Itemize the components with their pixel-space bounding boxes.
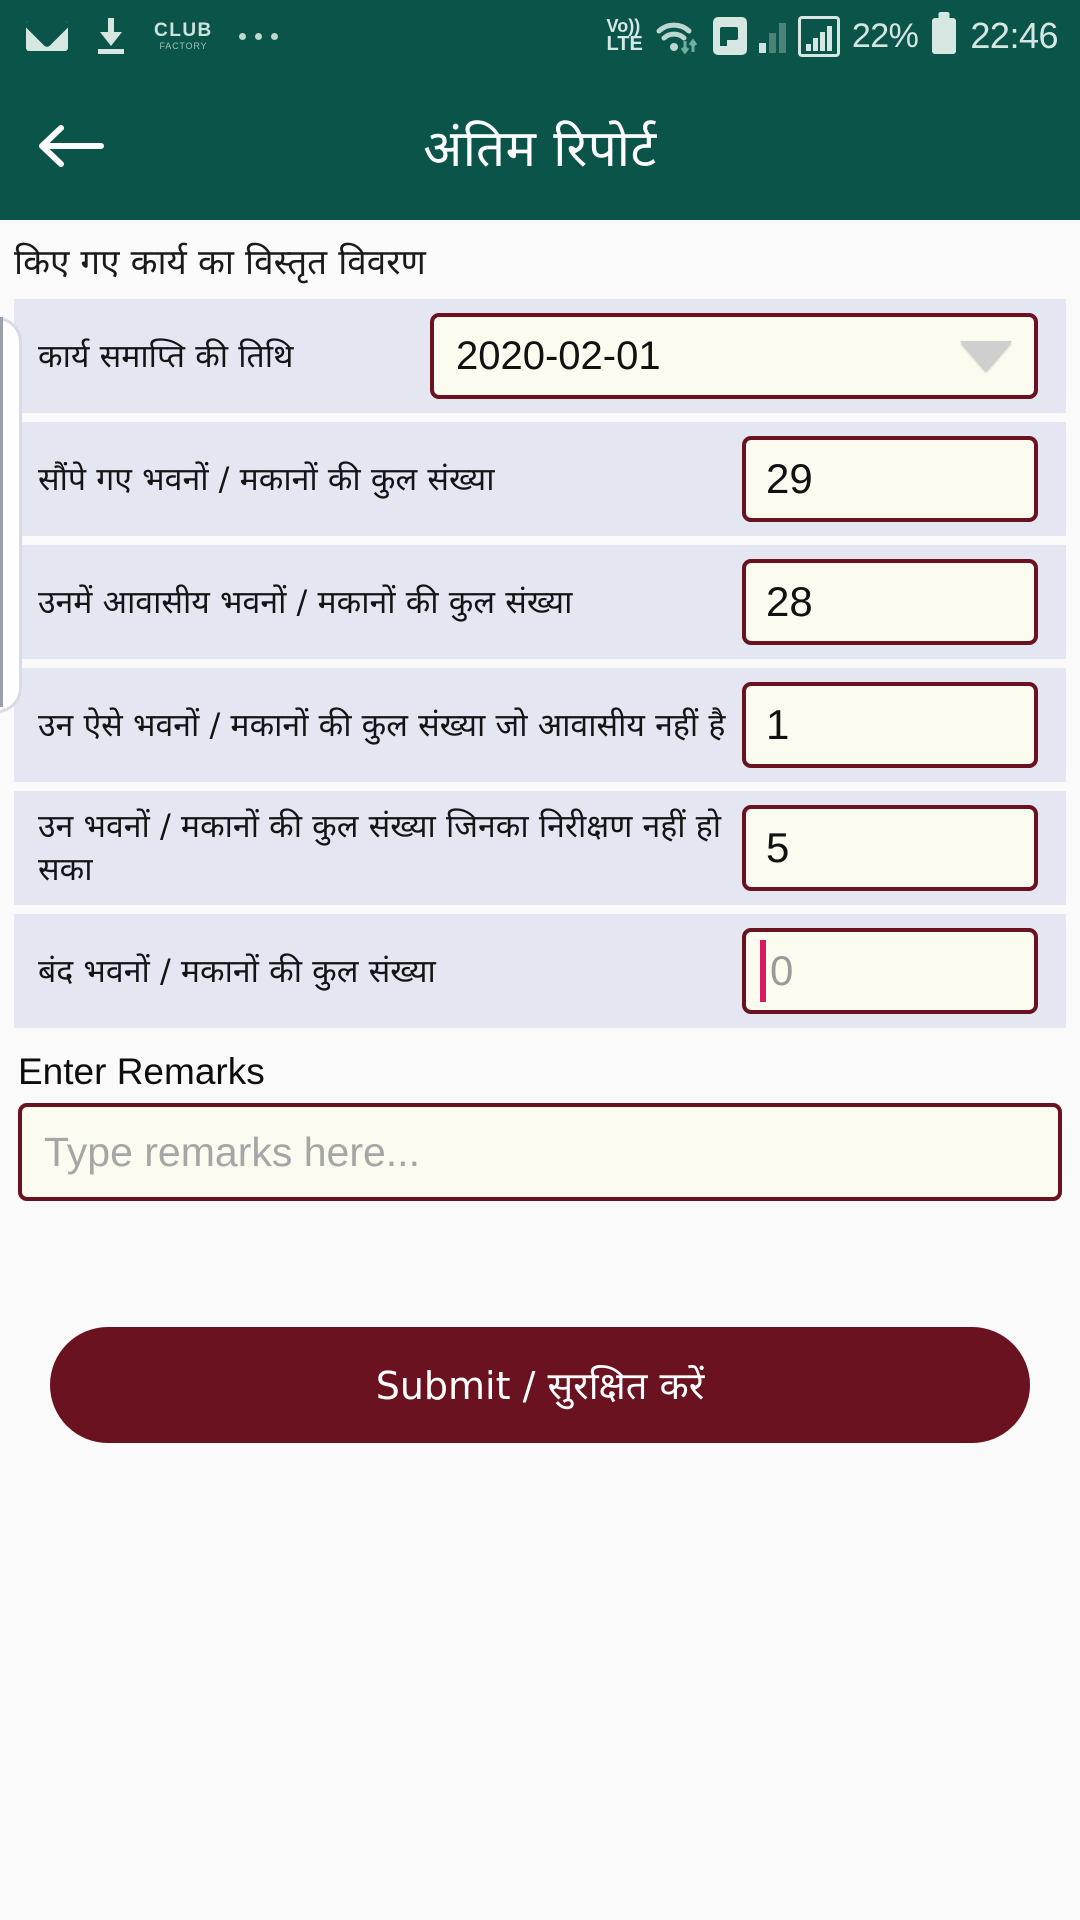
more-dots-icon [238,32,278,40]
submit-button-container: Submit / सुरक्षित करें [0,1201,1080,1443]
form-row: उन भवनों / मकानों की कुल संख्या जिनका नि… [14,791,1066,905]
remarks-label: Enter Remarks [18,1051,265,1092]
remarks-placeholder: Type remarks here... [44,1128,420,1175]
volte-bottom-label: LTE [606,33,643,56]
status-bar: CLUB FACTORY Vo)) LTE 22% 22:46 [0,0,1080,72]
work-completion-date-field[interactable]: 2020-02-01 [430,313,1038,399]
work-completion-date-value: 2020-02-01 [456,333,661,378]
chevron-down-icon[interactable] [960,341,1012,371]
total-closed-buildings-placeholder: 0 [770,947,794,994]
content-area: किए गए कार्य का विस्तृत विवरण कार्य समाप… [0,220,1080,1920]
page-title: अंतिम रिपोर्ट [423,120,657,179]
form-row-label: उनमें आवासीय भवनों / मकानों की कुल संख्य… [38,582,573,621]
signal-bars-secondary-icon [758,19,786,53]
total-uninspected-buildings-value: 5 [766,824,790,871]
form-row-label: कार्य समाप्ति की तिथि [38,336,294,375]
form-row: कार्य समाप्ति की तिथि 2020-02-01 [14,299,1066,413]
form-list: कार्य समाप्ति की तिथि 2020-02-01 सौंपे ग… [0,299,1080,1028]
submit-button[interactable]: Submit / सुरक्षित करें [50,1327,1030,1443]
section-heading: किए गए कार्य का विस्तृत विवरण [14,243,426,283]
status-bar-left-group: CLUB FACTORY [26,18,278,54]
total-residential-buildings-value: 28 [766,578,813,625]
form-row: सौंपे गए भवनों / मकानों की कुल संख्या 29 [14,422,1066,536]
form-row-label: उन ऐसे भवनों / मकानों की कुल संख्या जो आ… [38,705,726,744]
form-row-label: सौंपे गए भवनों / मकानों की कुल संख्या [38,459,495,498]
form-row-label: उन भवनों / मकानों की कुल संख्या जिनका नि… [38,807,721,888]
form-row: बंद भवनों / मकानों की कुल संख्या 0 [14,914,1066,1028]
club-factory-logo-main: CLUB [154,20,213,41]
mail-icon [26,21,68,51]
remarks-input[interactable]: Type remarks here... [18,1103,1062,1201]
text-caret [760,940,766,1002]
club-factory-logo: CLUB FACTORY [154,21,213,51]
total-uninspected-buildings-field[interactable]: 5 [742,805,1038,891]
club-factory-logo-sub: FACTORY [159,41,208,51]
status-bar-right-group: Vo)) LTE 22% 22:46 [607,15,1058,57]
scroll-edge-line [0,317,3,707]
card-edge-overlay [0,317,22,713]
total-residential-buildings-field[interactable]: 28 [742,559,1038,645]
total-assigned-buildings-field[interactable]: 29 [742,436,1038,522]
total-non-residential-buildings-value: 1 [766,701,790,748]
form-row: उनमें आवासीय भवनों / मकानों की कुल संख्य… [14,545,1066,659]
total-non-residential-buildings-field[interactable]: 1 [742,682,1038,768]
total-assigned-buildings-value: 29 [766,455,813,502]
form-row: उन ऐसे भवनों / मकानों की कुल संख्या जो आ… [14,668,1066,782]
total-closed-buildings-field[interactable]: 0 [742,928,1038,1014]
volte-icon: Vo)) LTE [606,17,643,56]
sim-message-icon [712,17,747,55]
app-bar: अंतिम रिपोर्ट [0,72,1080,220]
wifi-icon [655,17,701,55]
signal-bars-primary-icon [797,15,840,57]
battery-icon [932,18,957,54]
clock-label: 22:46 [970,15,1058,56]
battery-percent-label: 22% [851,16,919,55]
form-row-label: बंद भवनों / मकानों की कुल संख्या [38,951,436,990]
download-icon [94,18,128,54]
